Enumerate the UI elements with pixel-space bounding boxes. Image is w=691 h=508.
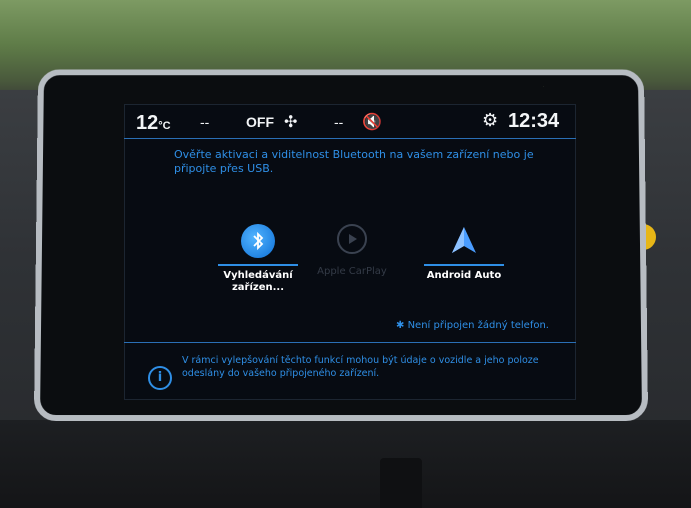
android-auto-button[interactable]: Android Auto (414, 224, 514, 314)
temperature-value: 12 (136, 112, 159, 134)
apple-carplay-button[interactable]: Apple CarPlay (302, 224, 402, 314)
dashboard-lower-trim (0, 420, 691, 508)
android-auto-icon (447, 224, 481, 258)
climate-right-placeholder: -- (334, 114, 344, 130)
search-devices-button[interactable]: Vyhledávání zařízen... (208, 224, 308, 314)
vent-control (380, 458, 422, 508)
tile-underline (424, 264, 504, 266)
infotainment-screen: 12°C -- OFF ✣ -- 🔇 ⚙ 12:34 Ověřte aktiva… (124, 104, 576, 400)
android-auto-label: Android Auto (426, 270, 502, 281)
carplay-play-icon (337, 224, 367, 254)
bluetooth-small-icon: ✱ (396, 320, 405, 331)
temperature-unit: °C (158, 120, 171, 132)
phone-status-text: Není připojen žádný telefon. (407, 320, 549, 331)
fan-icon[interactable]: ✣ (284, 112, 297, 132)
bluetooth-icon (241, 224, 275, 258)
tile-underline (312, 260, 392, 262)
status-bar: 12°C -- OFF ✣ -- 🔇 ⚙ 12:34 (124, 104, 576, 138)
clock: 12:34 (508, 110, 560, 132)
bottom-divider (124, 342, 576, 343)
status-divider (124, 138, 576, 139)
apple-carplay-label: Apple CarPlay (317, 266, 387, 277)
climate-left-placeholder: -- (200, 114, 210, 130)
gear-icon[interactable]: ⚙ (482, 110, 498, 131)
fan-state-label[interactable]: OFF (246, 114, 274, 130)
data-sharing-note: V rámci vylepšování těchto funkcí mohou … (182, 355, 539, 379)
phone-status: ✱ Není připojen žádný telefon. (396, 320, 549, 331)
tile-underline (218, 264, 298, 266)
connection-hint: Ověřte aktivaci a viditelnost Bluetooth … (174, 148, 534, 175)
temperature-readout[interactable]: 12°C (136, 112, 171, 135)
info-icon[interactable]: i (148, 366, 172, 390)
mute-icon[interactable]: 🔇 (362, 112, 382, 132)
search-devices-label: Vyhledávání zařízen... (223, 270, 293, 293)
